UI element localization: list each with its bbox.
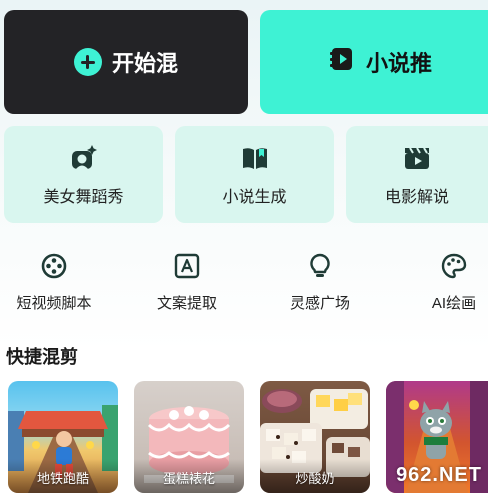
- novel-push-button[interactable]: 小说推: [260, 10, 488, 114]
- palette-icon: [440, 252, 468, 284]
- feature-card-dance-show[interactable]: 美女舞蹈秀: [4, 126, 163, 223]
- thumb-label: 地铁跑酷: [36, 471, 89, 486]
- lightbulb-icon: [306, 252, 334, 284]
- thumb-label: 蛋糕裱花: [162, 471, 215, 486]
- tool-short-video-script[interactable]: 短视频脚本: [4, 252, 104, 313]
- novel-push-label: 小说推: [365, 51, 432, 76]
- thumb-label: 炒酸奶: [295, 471, 335, 486]
- top-actions: 开始混 小说推: [4, 10, 488, 114]
- feature-card-label: 美女舞蹈秀: [43, 188, 124, 206]
- clapperboard-icon: [402, 143, 432, 173]
- tool-label: 文案提取: [156, 295, 217, 312]
- tool-ai-painting[interactable]: AI绘画: [404, 252, 488, 313]
- quick-mix-title: 快捷混剪: [6, 347, 78, 367]
- selfie-sparkle-icon: [69, 143, 99, 173]
- feature-card-label: 小说生成: [222, 188, 287, 206]
- plus-circle-icon: [73, 48, 102, 76]
- feature-card-novel-generate[interactable]: 小说生成: [175, 126, 334, 223]
- quick-mix-item-cat-runner[interactable]: 962.NET: [386, 381, 488, 493]
- quick-mix-item-subway[interactable]: 地铁跑酷: [8, 381, 118, 493]
- watermark-logo: 962.NET: [396, 464, 482, 486]
- tool-label: 短视频脚本: [16, 295, 92, 312]
- quick-mix-item-cake[interactable]: 蛋糕裱花: [134, 381, 244, 493]
- play-book-icon: [328, 45, 356, 79]
- tool-inspiration-square[interactable]: 灵感广场: [270, 252, 370, 313]
- feature-card-movie-commentary[interactable]: 电影解说: [346, 126, 488, 223]
- tool-label: 灵感广场: [289, 295, 350, 312]
- film-reel-icon: [40, 252, 68, 284]
- tool-label: AI绘画: [431, 295, 477, 312]
- start-mix-label: 开始混: [111, 51, 178, 76]
- start-mix-button[interactable]: 开始混: [4, 10, 248, 114]
- book-icon: [240, 143, 270, 173]
- text-box-icon: [173, 252, 201, 284]
- quick-mix-item-fried-yogurt[interactable]: 炒酸奶: [260, 381, 370, 493]
- tool-text-extract[interactable]: 文案提取: [137, 252, 237, 313]
- feature-card-label: 电影解说: [384, 188, 449, 206]
